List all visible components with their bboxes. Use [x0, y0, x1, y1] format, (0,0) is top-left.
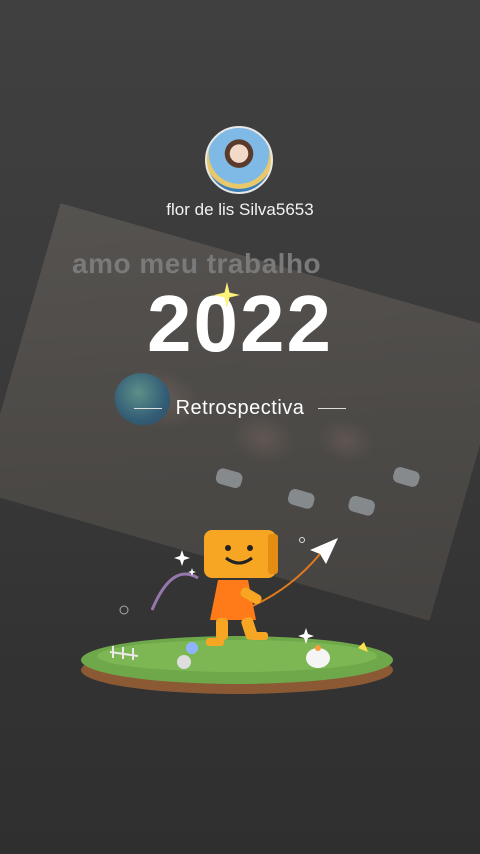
- username[interactable]: flor de lis Silva5653: [0, 200, 480, 220]
- gear-icon: [119, 605, 129, 615]
- nail-tip: [391, 465, 422, 489]
- avatar[interactable]: [205, 126, 273, 194]
- sparkle-icon: [214, 282, 240, 308]
- caption-text: amo meu trabalho: [72, 248, 322, 279]
- sparkle-icon: [174, 550, 190, 566]
- year-title: 2022: [147, 279, 333, 368]
- nail-tip: [286, 487, 316, 511]
- subtitle-text: Retrospectiva: [175, 397, 305, 419]
- bubble-icon: [299, 537, 305, 543]
- retrospectiva-label: Retrospectiva: [0, 397, 480, 420]
- nail-tip: [346, 494, 377, 518]
- mascot-icon: [204, 530, 278, 646]
- flower-icon: [186, 642, 198, 654]
- nail-tip: [214, 466, 244, 490]
- mascot-scene: [81, 530, 393, 694]
- rainbow-icon: [150, 572, 199, 611]
